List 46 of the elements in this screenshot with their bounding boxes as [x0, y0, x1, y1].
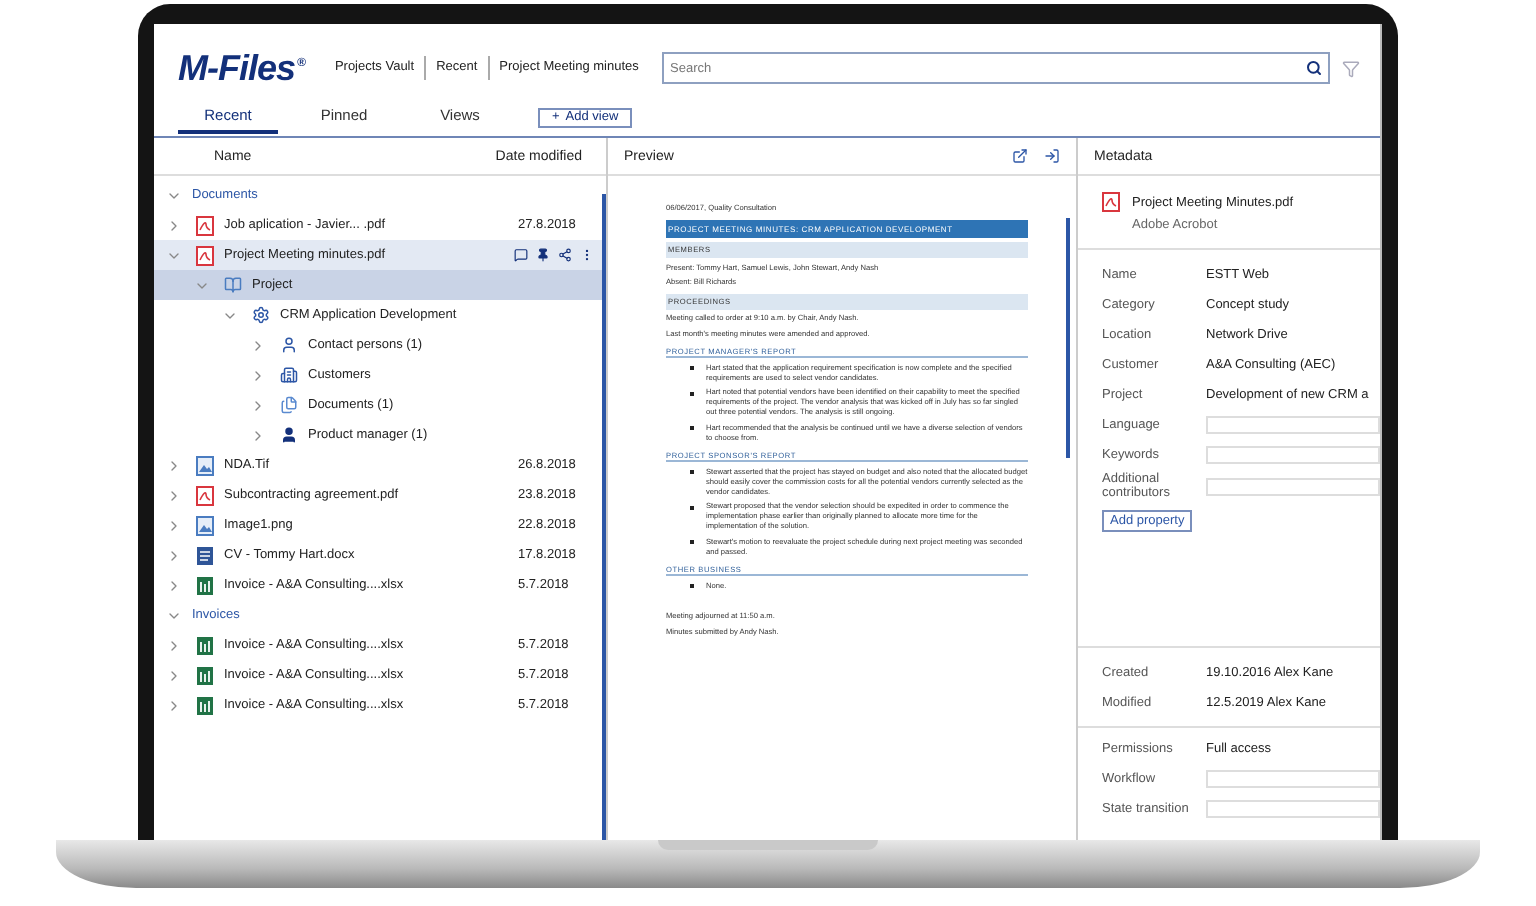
- scrollbar[interactable]: [602, 194, 606, 840]
- spreadsheet-file-icon: [196, 575, 214, 595]
- logo: M-Files$^{®}$: [178, 47, 305, 89]
- person-icon: [280, 336, 298, 354]
- property-input-field[interactable]: [1206, 477, 1380, 495]
- pdf-file-icon: [196, 485, 214, 505]
- book-icon: [224, 276, 242, 294]
- scrollbar[interactable]: [1066, 218, 1070, 458]
- pdf-file-icon: [196, 215, 214, 235]
- chevron-right-icon[interactable]: [166, 517, 182, 533]
- spreadsheet-file-icon: [196, 635, 214, 655]
- documents-icon: [280, 396, 298, 414]
- sign-in-icon[interactable]: [1044, 148, 1060, 164]
- person-icon: [280, 426, 298, 444]
- pin-icon[interactable]: [536, 248, 550, 262]
- property-input-field[interactable]: [1206, 445, 1380, 463]
- image-file-icon: [196, 515, 214, 535]
- property-input-field[interactable]: [1206, 415, 1380, 433]
- chevron-right-icon[interactable]: [250, 367, 266, 383]
- search-icon[interactable]: [1306, 60, 1322, 76]
- property-input-field[interactable]: [1206, 769, 1380, 787]
- image-file-icon: [196, 455, 214, 475]
- gear-icon: [252, 306, 270, 324]
- comment-icon[interactable]: [514, 248, 528, 262]
- building-icon: [280, 366, 298, 384]
- chevron-right-icon[interactable]: [166, 667, 182, 683]
- chevron-right-icon[interactable]: [250, 397, 266, 413]
- chevron-right-icon[interactable]: [166, 457, 182, 473]
- chevron-right-icon[interactable]: [250, 337, 266, 353]
- spreadsheet-file-icon: [196, 695, 214, 715]
- more-icon[interactable]: [580, 248, 594, 262]
- pdf-file-icon: [1102, 192, 1120, 212]
- chevron-right-icon[interactable]: [166, 487, 182, 503]
- chevron-right-icon[interactable]: [250, 427, 266, 443]
- share-icon[interactable]: [558, 248, 572, 262]
- open-external-icon[interactable]: [1012, 148, 1028, 164]
- chevron-right-icon[interactable]: [166, 697, 182, 713]
- spreadsheet-file-icon: [196, 665, 214, 685]
- filter-icon[interactable]: [1342, 59, 1360, 77]
- chevron-right-icon[interactable]: [166, 637, 182, 653]
- chevron-right-icon[interactable]: [166, 547, 182, 563]
- property-input-field[interactable]: [1206, 799, 1380, 817]
- pdf-file-icon: [196, 245, 214, 265]
- chevron-right-icon[interactable]: [166, 577, 182, 593]
- chevron-right-icon[interactable]: [166, 217, 182, 233]
- document-file-icon: [196, 545, 214, 565]
